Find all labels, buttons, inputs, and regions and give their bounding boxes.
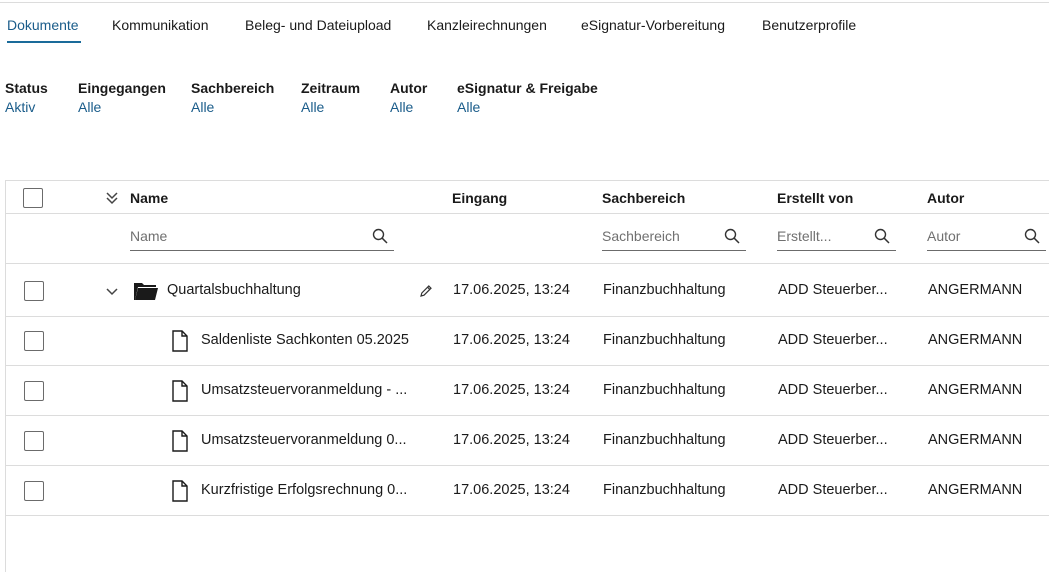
filter-value[interactable]: Alle: [78, 99, 166, 115]
sachbereich-search-input[interactable]: Sachbereich: [602, 223, 746, 251]
search-row-divider: [6, 263, 1049, 264]
row-eingang: 17.06.2025, 13:24: [453, 382, 570, 398]
row-sachbereich: Finanzbuchhaltung: [603, 432, 726, 448]
tab-kommunikation[interactable]: Kommunikation: [112, 17, 209, 33]
row-sachbereich: Finanzbuchhaltung: [603, 332, 726, 348]
row-erstellt-von: ADD Steuerber...: [778, 482, 888, 498]
table-row[interactable]: Umsatzsteuervoranmeldung 0... 17.06.2025…: [6, 416, 1049, 466]
folder-icon: [134, 283, 158, 300]
row-checkbox[interactable]: [24, 481, 44, 501]
row-sachbereich: Finanzbuchhaltung: [603, 282, 726, 298]
column-header-erstellt-von[interactable]: Erstellt von: [777, 190, 853, 206]
tab-kanzleirechnungen[interactable]: Kanzleirechnungen: [427, 17, 547, 33]
filter-label: Autor: [390, 80, 428, 96]
search-placeholder: Autor: [927, 228, 961, 244]
table-row[interactable]: Kurzfristige Erfolgsrechnung 0... 17.06.…: [6, 466, 1049, 516]
select-all-checkbox[interactable]: [23, 188, 43, 208]
row-name[interactable]: Saldenliste Sachkonten 05.2025: [201, 332, 423, 348]
row-eingang: 17.06.2025, 13:24: [453, 282, 570, 298]
row-eingang: 17.06.2025, 13:24: [453, 432, 570, 448]
row-checkbox[interactable]: [24, 331, 44, 351]
search-icon[interactable]: [874, 228, 890, 244]
row-sachbereich: Finanzbuchhaltung: [603, 482, 726, 498]
active-tab-indicator: [7, 41, 81, 43]
name-search-input[interactable]: Name: [130, 223, 394, 251]
row-name[interactable]: Quartalsbuchhaltung: [167, 282, 301, 298]
tab-beleg-dateiupload[interactable]: Beleg- und Dateiupload: [245, 17, 391, 33]
erstellt-von-search-input[interactable]: Erstellt...: [777, 223, 896, 251]
document-icon: [172, 480, 188, 502]
filter-sachbereich[interactable]: Sachbereich Alle: [191, 80, 274, 115]
filter-value[interactable]: Alle: [390, 99, 427, 115]
filter-value[interactable]: Alle: [301, 99, 360, 115]
row-erstellt-von: ADD Steuerber...: [778, 282, 888, 298]
search-icon[interactable]: [724, 228, 740, 244]
row-name[interactable]: Umsatzsteuervoranmeldung - ...: [201, 382, 423, 398]
filter-value[interactable]: Alle: [457, 99, 598, 115]
row-autor: ANGERMANN: [928, 332, 1023, 348]
filter-esignatur-freigabe[interactable]: eSignatur & Freigabe Alle: [457, 80, 598, 115]
filter-label: Eingegangen: [78, 80, 166, 96]
search-placeholder: Sachbereich: [602, 228, 680, 244]
document-icon: [172, 430, 188, 452]
filter-label: Zeitraum: [301, 80, 361, 96]
row-autor: ANGERMANN: [928, 282, 1023, 298]
row-autor: ANGERMANN: [928, 432, 1023, 448]
row-checkbox[interactable]: [24, 281, 44, 301]
row-autor: ANGERMANN: [928, 482, 1023, 498]
row-eingang: 17.06.2025, 13:24: [453, 482, 570, 498]
filter-label: Sachbereich: [191, 80, 275, 96]
tab-benutzerprofile[interactable]: Benutzerprofile: [762, 17, 856, 33]
tab-dokumente[interactable]: Dokumente: [7, 17, 79, 33]
filter-autor[interactable]: Autor Alle: [390, 80, 427, 115]
row-autor: ANGERMANN: [928, 382, 1023, 398]
table-row[interactable]: Quartalsbuchhaltung 17.06.2025, 13:24 Fi…: [6, 266, 1049, 316]
column-header-autor[interactable]: Autor: [927, 190, 964, 206]
search-placeholder: Name: [130, 228, 168, 244]
row-erstellt-von: ADD Steuerber...: [778, 332, 888, 348]
row-name[interactable]: Umsatzsteuervoranmeldung 0...: [201, 432, 423, 448]
filter-value[interactable]: Aktiv: [5, 99, 48, 115]
header-divider: [6, 213, 1049, 214]
column-header-sachbereich[interactable]: Sachbereich: [602, 190, 685, 206]
row-erstellt-von: ADD Steuerber...: [778, 382, 888, 398]
filter-value[interactable]: Alle: [191, 99, 274, 115]
filter-label: eSignatur & Freigabe: [457, 80, 598, 96]
filter-status[interactable]: Status Aktiv: [5, 80, 48, 115]
document-icon: [172, 330, 188, 352]
tab-bar: Dokumente Kommunikation Beleg- und Datei…: [0, 3, 1049, 43]
row-checkbox[interactable]: [24, 431, 44, 451]
autor-search-input[interactable]: Autor: [927, 223, 1046, 251]
filter-eingegangen[interactable]: Eingegangen Alle: [78, 80, 166, 115]
table-row[interactable]: Umsatzsteuervoranmeldung - ... 17.06.202…: [6, 366, 1049, 416]
row-erstellt-von: ADD Steuerber...: [778, 432, 888, 448]
chevrons-down-icon[interactable]: [105, 191, 119, 205]
filter-label: Status: [5, 80, 48, 96]
column-header-eingang[interactable]: Eingang: [452, 190, 507, 206]
search-placeholder: Erstellt...: [777, 228, 832, 244]
row-checkbox[interactable]: [24, 381, 44, 401]
chevron-down-icon[interactable]: [105, 285, 119, 299]
row-divider: [6, 515, 1049, 516]
document-icon: [172, 380, 188, 402]
row-eingang: 17.06.2025, 13:24: [453, 332, 570, 348]
tab-esignatur-vorbereitung[interactable]: eSignatur-Vorbereitung: [581, 17, 725, 33]
row-name[interactable]: Kurzfristige Erfolgsrechnung 0...: [201, 482, 423, 498]
row-sachbereich: Finanzbuchhaltung: [603, 382, 726, 398]
document-table: Name Eingang Sachbereich Erstellt von Au…: [5, 180, 1049, 572]
pencil-icon[interactable]: [419, 284, 433, 298]
column-header-name[interactable]: Name: [130, 190, 168, 206]
search-icon[interactable]: [372, 228, 388, 244]
table-row[interactable]: Saldenliste Sachkonten 05.2025 17.06.202…: [6, 316, 1049, 366]
filter-zeitraum[interactable]: Zeitraum Alle: [301, 80, 360, 115]
search-icon[interactable]: [1024, 228, 1040, 244]
